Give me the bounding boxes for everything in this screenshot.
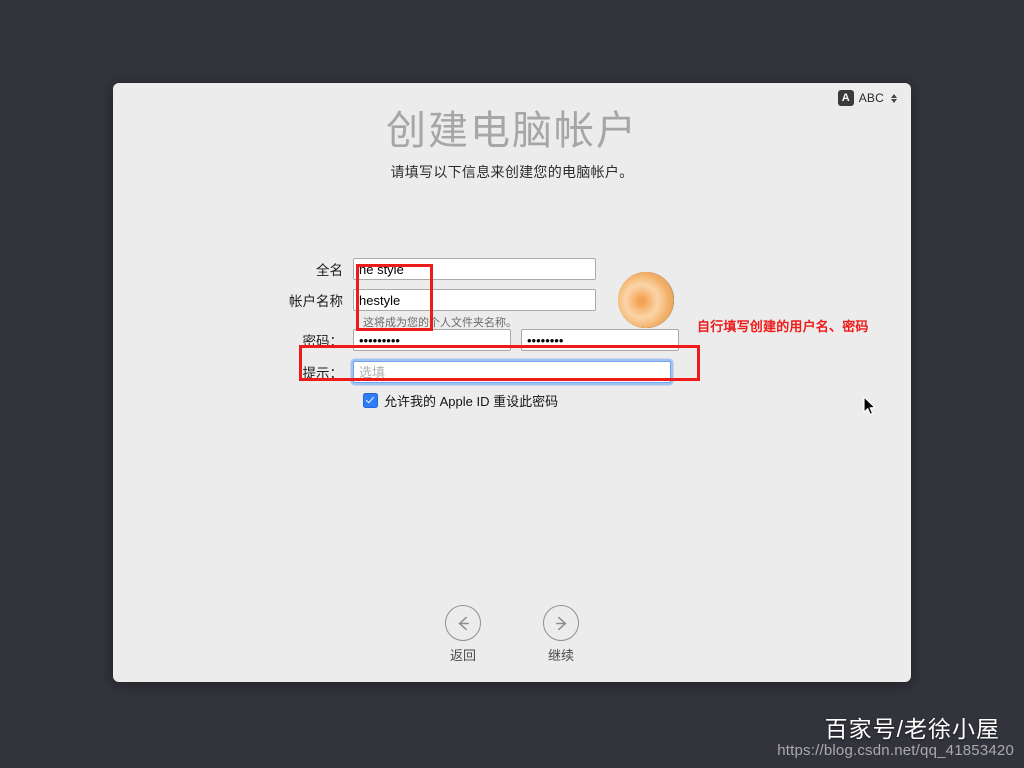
arrow-right-icon	[543, 605, 579, 641]
chevron-updown-icon	[889, 93, 898, 103]
input-source-badge-icon: A	[837, 90, 854, 106]
form-row-password: 密码：	[213, 329, 679, 351]
accountname-input[interactable]	[353, 289, 596, 311]
setup-assistant-window: A ABC 创建电脑帐户 请填写以下信息来创建您的电脑帐户。 全名 帐户名称 这…	[113, 83, 911, 682]
form-row-hint: 提示：	[213, 361, 671, 383]
hint-label: 提示：	[302, 366, 344, 381]
accountname-help-text: 这将成为您的个人文件夹名称。	[363, 317, 517, 329]
annotation-note-text: 自行填写创建的用户名、密码	[697, 319, 869, 334]
continue-button-label: 继续	[547, 648, 574, 663]
page-title: 创建电脑帐户	[386, 109, 638, 153]
back-button[interactable]: 返回	[445, 605, 481, 664]
password-input[interactable]	[353, 329, 511, 351]
user-avatar[interactable]	[618, 272, 674, 328]
page-subtitle: 请填写以下信息来创建您的电脑帐户。	[390, 164, 634, 180]
watermark-brand: 百家号/老徐小屋	[824, 716, 1000, 742]
password-verify-input[interactable]	[521, 329, 679, 351]
form-row-accountname: 帐户名称	[213, 289, 596, 311]
form-row-fullname: 全名	[213, 258, 596, 280]
apple-id-reset-checkbox-row[interactable]: 允许我的 Apple ID 重设此密码	[363, 391, 558, 410]
watermark-url: https://blog.csdn.net/qq_41853420	[777, 742, 1014, 759]
back-button-label: 返回	[449, 648, 476, 663]
desktop-background: A ABC 创建电脑帐户 请填写以下信息来创建您的电脑帐户。 全名 帐户名称 这…	[0, 0, 1024, 768]
apple-id-reset-label: 允许我的 Apple ID 重设此密码	[384, 394, 559, 409]
navigation-buttons: 返回 继续	[113, 605, 911, 664]
password-label: 密码：	[302, 334, 344, 349]
hint-input[interactable]	[353, 361, 671, 383]
continue-button[interactable]: 继续	[543, 605, 579, 664]
arrow-left-icon	[445, 605, 481, 641]
accountname-label: 帐户名称	[289, 294, 343, 309]
avatar-rose-image	[618, 272, 674, 328]
checkbox-checked-icon[interactable]	[363, 393, 378, 408]
fullname-label: 全名	[316, 263, 343, 278]
input-source-label: ABC	[858, 91, 884, 105]
fullname-input[interactable]	[353, 258, 596, 280]
